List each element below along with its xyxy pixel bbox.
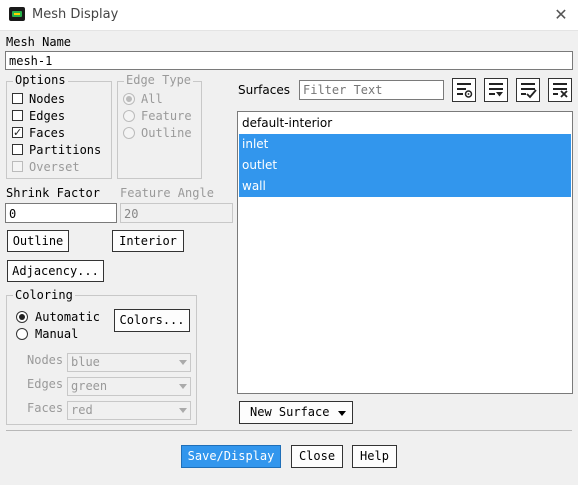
coloring-manual-label: Manual: [35, 327, 79, 341]
nodes-checkbox[interactable]: Nodes: [12, 92, 112, 107]
window-title: Mesh Display: [32, 7, 119, 22]
feature-angle-input: 20: [120, 203, 233, 223]
list-settings-icon: [457, 83, 473, 98]
partitions-checkbox[interactable]: Partitions: [12, 143, 112, 158]
coloring-manual-radio[interactable]: Manual: [16, 327, 106, 342]
mesh-name-input[interactable]: mesh-1: [5, 51, 573, 70]
list-select-all-icon: [521, 83, 537, 99]
save-display-button[interactable]: Save/Display: [181, 445, 281, 468]
new-surface-label: New Surface: [250, 405, 330, 419]
shrink-factor-input[interactable]: 0: [5, 203, 117, 223]
edges-color-value: green: [71, 379, 108, 393]
list-deselect-all-icon: [553, 83, 568, 98]
surface-item-outlet[interactable]: outlet: [239, 155, 571, 176]
checkmark-icon: ✓: [13, 126, 23, 139]
edge-type-all-label: All: [141, 92, 163, 106]
overset-checkbox-label: Overset: [29, 160, 80, 174]
overset-checkbox: Overset: [12, 160, 112, 175]
faces-checkbox-box[interactable]: ✓: [12, 127, 23, 138]
edges-checkbox[interactable]: Edges: [12, 109, 112, 124]
surface-tool-button-4[interactable]: [548, 78, 572, 102]
edges-color-label: Edges: [27, 377, 64, 391]
surfaces-list[interactable]: default-interior inlet outlet wall: [237, 111, 573, 394]
coloring-title: Coloring: [13, 288, 75, 302]
edge-type-all-radio-circle: [123, 93, 135, 105]
outline-button[interactable]: Outline: [7, 230, 69, 252]
nodes-color-value: blue: [71, 355, 100, 369]
chevron-down-icon: [179, 360, 187, 365]
partitions-checkbox-box[interactable]: [12, 144, 23, 155]
surface-tool-button-3[interactable]: [516, 78, 540, 102]
chevron-down-icon: [179, 384, 187, 389]
coloring-automatic-radio[interactable]: Automatic: [16, 310, 106, 325]
edge-type-feature-radio-circle: [123, 110, 135, 122]
feature-angle-label: Feature Angle: [120, 186, 214, 200]
surface-item-inlet[interactable]: inlet: [239, 134, 571, 155]
surface-tool-button-2[interactable]: [484, 78, 508, 102]
chevron-down-icon: [179, 408, 187, 413]
mesh-name-label: Mesh Name: [6, 35, 72, 49]
interior-button[interactable]: Interior: [112, 230, 184, 252]
surface-item-default-interior[interactable]: default-interior: [239, 113, 571, 134]
edge-type-outline-radio-circle: [123, 127, 135, 139]
nodes-checkbox-box[interactable]: [12, 93, 23, 104]
options-title: Options: [13, 73, 68, 87]
colors-button[interactable]: Colors...: [114, 309, 190, 332]
edge-type-title: Edge Type: [124, 73, 194, 87]
shrink-factor-label: Shrink Factor: [6, 186, 100, 200]
fluent-app-icon: [9, 7, 25, 21]
faces-color-select: red: [67, 401, 191, 420]
edge-type-all-radio: All: [123, 92, 199, 107]
edges-color-select: green: [67, 377, 191, 396]
nodes-color-label: Nodes: [27, 353, 64, 367]
edge-type-feature-radio: Feature: [123, 109, 199, 124]
coloring-manual-radio-circle[interactable]: [16, 328, 28, 340]
dropdown-arrow-icon: [338, 411, 346, 416]
faces-checkbox[interactable]: ✓ Faces: [12, 126, 112, 141]
coloring-automatic-label: Automatic: [35, 310, 101, 324]
edges-checkbox-box[interactable]: [12, 110, 23, 121]
partitions-checkbox-label: Partitions: [29, 143, 102, 157]
close-window-icon[interactable]: ✕: [550, 4, 572, 26]
faces-color-value: red: [71, 403, 93, 417]
surface-item-wall[interactable]: wall: [239, 176, 571, 197]
edge-type-feature-label: Feature: [141, 109, 192, 123]
nodes-color-select: blue: [67, 353, 191, 372]
edge-type-outline-radio: Outline: [123, 126, 199, 141]
new-surface-button[interactable]: New Surface: [239, 401, 353, 424]
nodes-checkbox-label: Nodes: [29, 92, 66, 106]
edge-type-outline-label: Outline: [141, 126, 192, 140]
overset-checkbox-box: [12, 161, 23, 172]
faces-color-label: Faces: [27, 401, 64, 415]
separator: [6, 430, 572, 431]
surfaces-label: Surfaces: [238, 83, 290, 97]
adjacency-button[interactable]: Adjacency...: [7, 260, 104, 282]
edges-checkbox-label: Edges: [29, 109, 66, 123]
surfaces-filter-input[interactable]: [299, 80, 444, 100]
list-dropdown-icon: [489, 83, 503, 97]
surface-tool-button-1[interactable]: [452, 78, 476, 102]
coloring-automatic-radio-circle[interactable]: [16, 311, 28, 323]
help-button[interactable]: Help: [352, 445, 397, 468]
faces-checkbox-label: Faces: [29, 126, 66, 140]
close-button[interactable]: Close: [291, 445, 343, 468]
